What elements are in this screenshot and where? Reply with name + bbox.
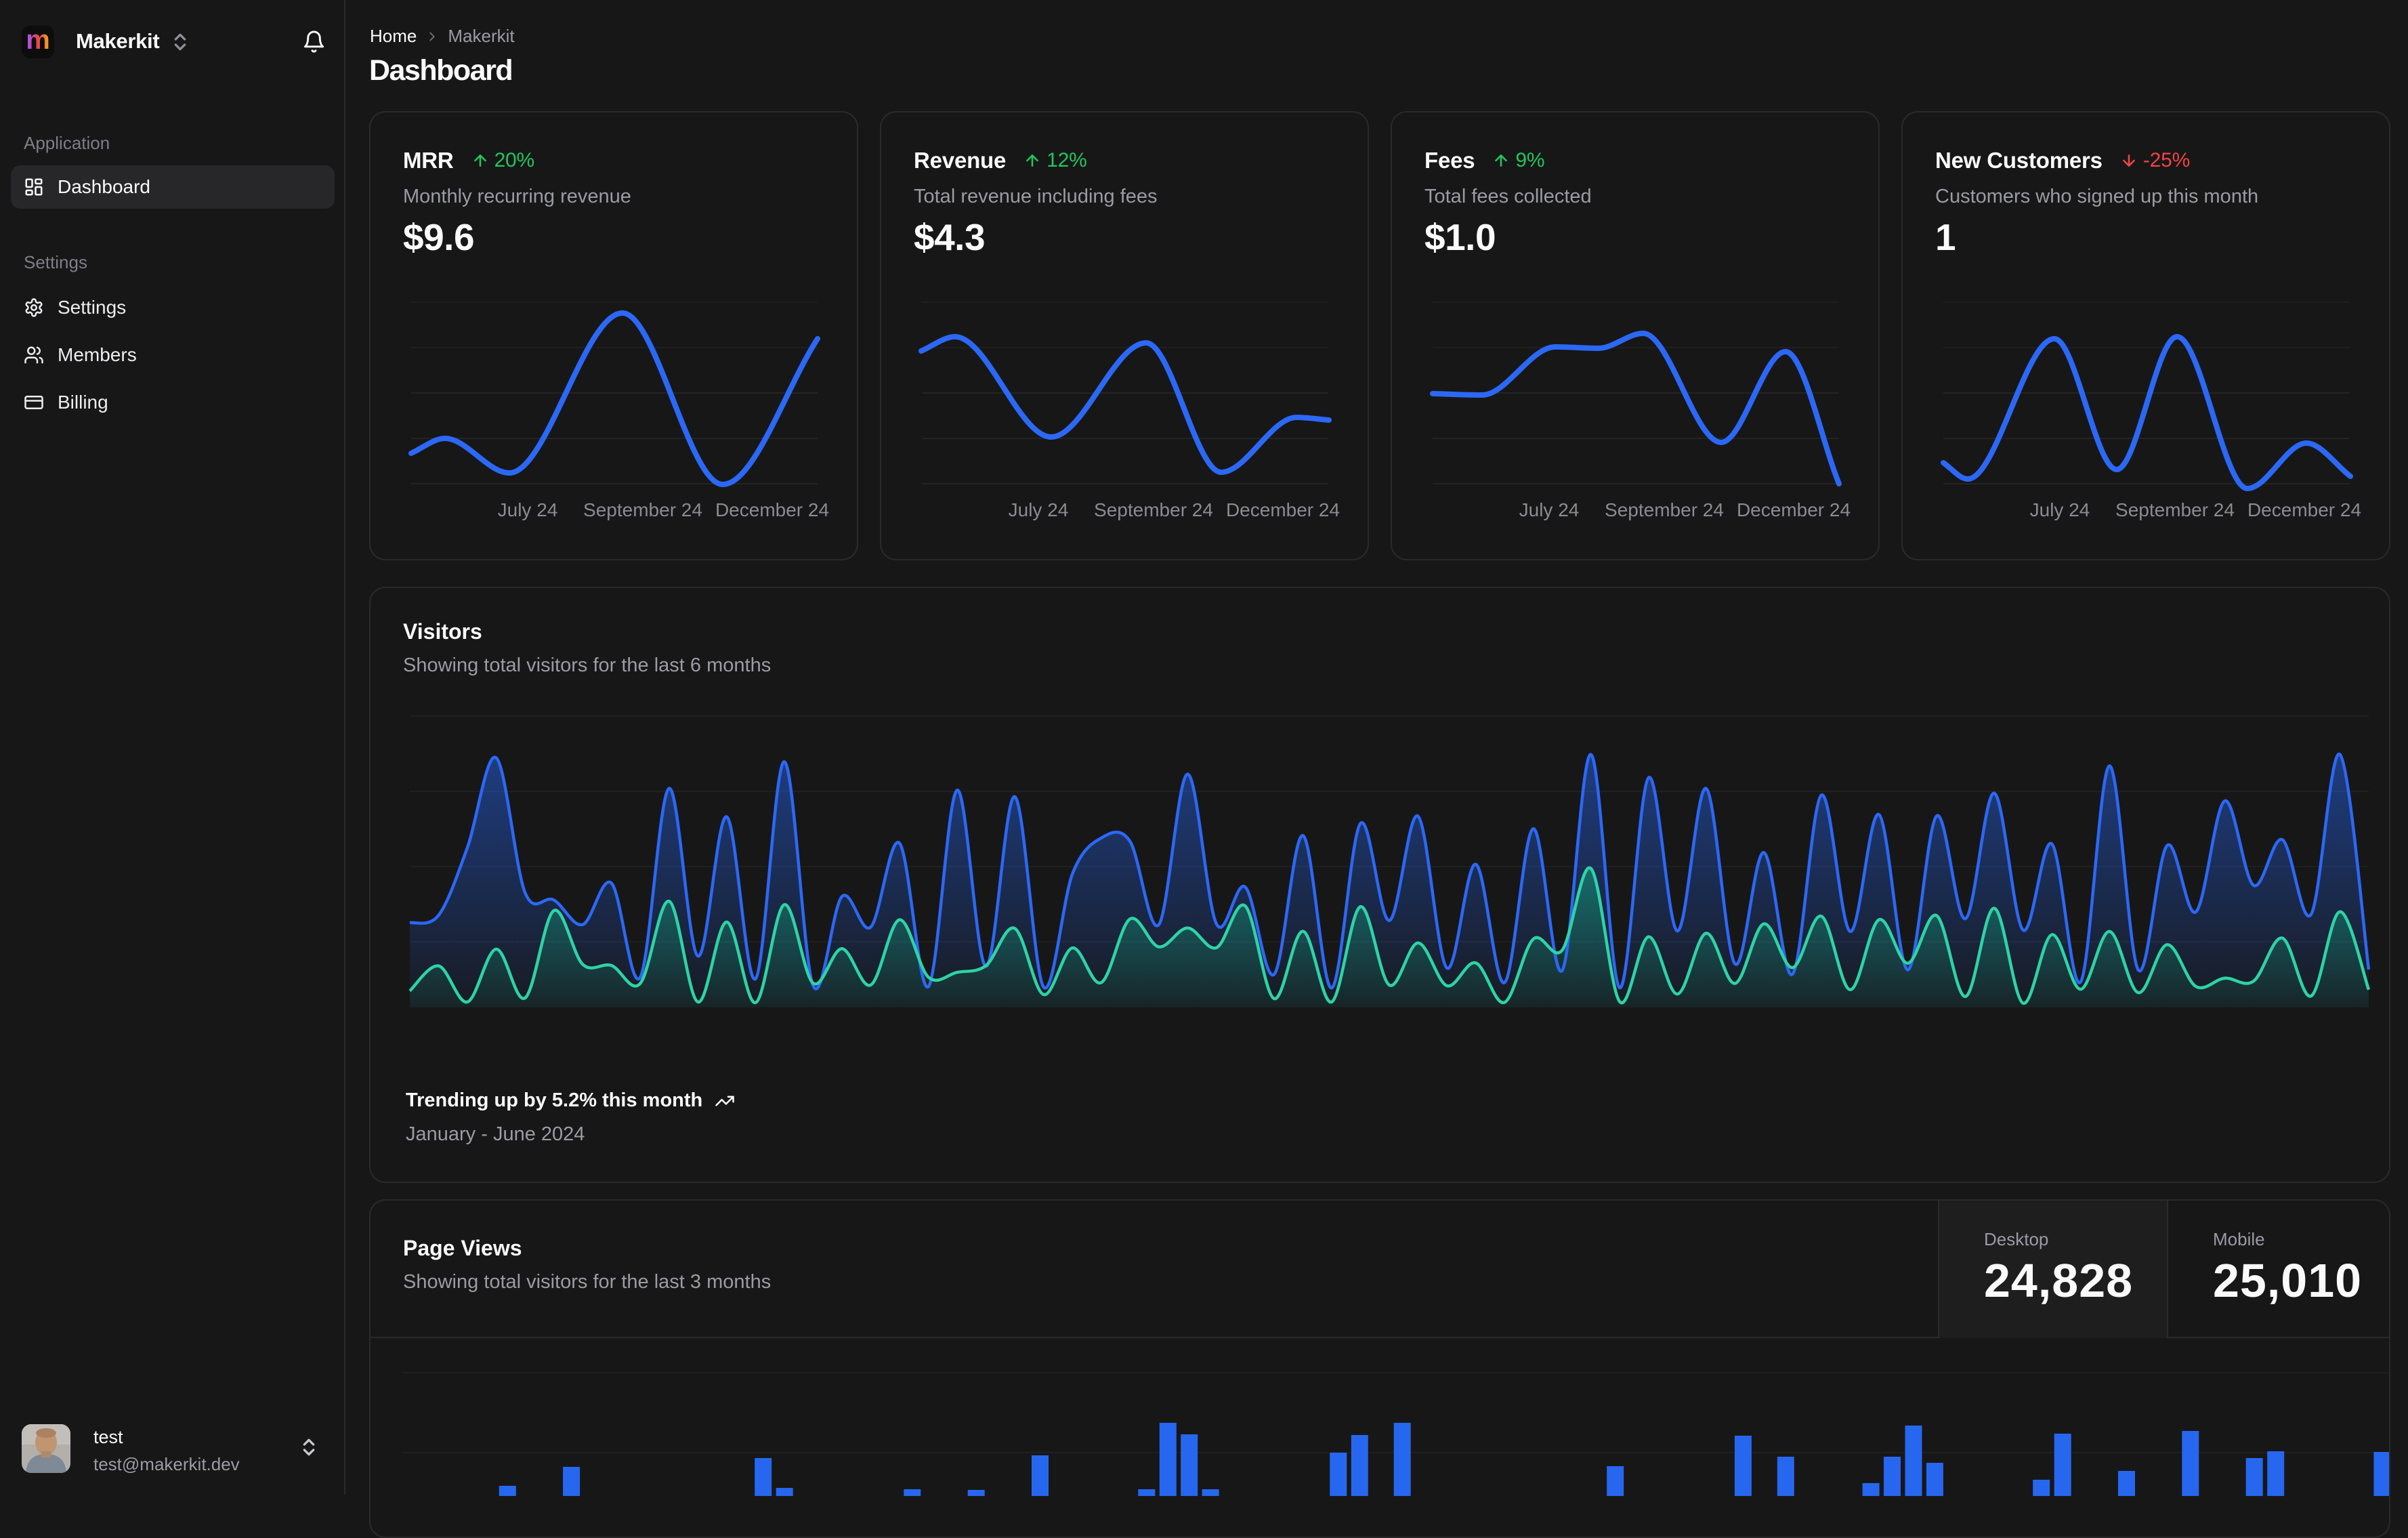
svg-text:July 24: July 24: [2030, 499, 2090, 520]
svg-text:September 24: September 24: [2115, 499, 2235, 520]
svg-text:July 24: July 24: [1519, 499, 1580, 520]
svg-text:December 24: December 24: [715, 499, 829, 520]
svg-text:December 24: December 24: [2247, 499, 2361, 520]
svg-text:July 24: July 24: [1009, 499, 1069, 520]
svg-text:September 24: September 24: [583, 499, 702, 520]
svg-text:September 24: September 24: [1094, 499, 1213, 520]
svg-text:December 24: December 24: [1737, 499, 1851, 520]
svg-text:December 24: December 24: [1226, 499, 1340, 520]
svg-text:July 24: July 24: [498, 499, 558, 520]
svg-text:September 24: September 24: [1605, 499, 1724, 520]
